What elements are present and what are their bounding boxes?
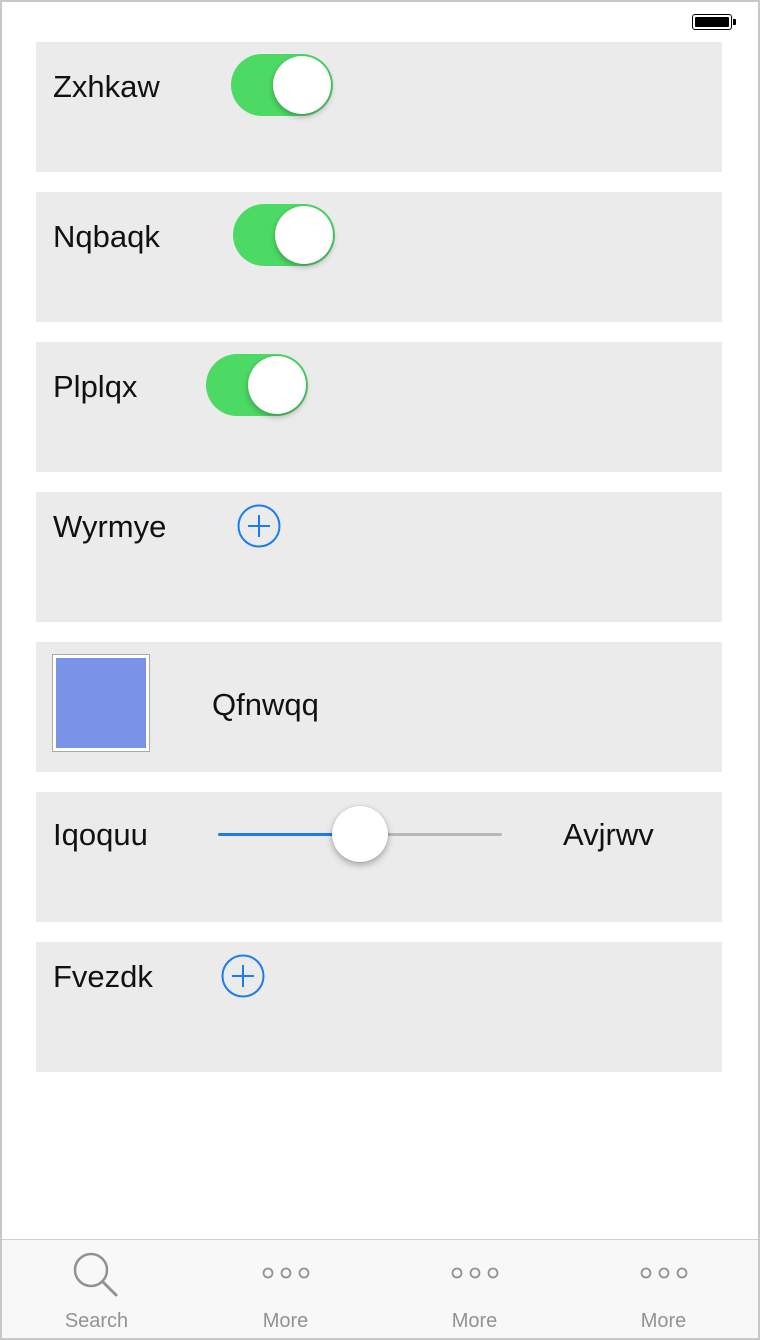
- swatch-color-fill: [56, 658, 146, 748]
- switch-knob: [275, 206, 333, 264]
- more-icon: [262, 1267, 309, 1279]
- row-label: Nqbaqk: [53, 219, 160, 254]
- tab-more-3[interactable]: More: [569, 1240, 758, 1338]
- color-swatch[interactable]: [52, 654, 150, 752]
- row-label: Wyrmye: [53, 509, 167, 544]
- wyrmye-add-button[interactable]: [237, 504, 281, 548]
- slider-min-label: Iqoquu: [53, 817, 148, 852]
- more-icon: [640, 1267, 687, 1279]
- tab-label: More: [640, 1310, 687, 1332]
- tab-more-1[interactable]: More: [191, 1240, 380, 1338]
- tab-bar: Search More More More: [2, 1239, 758, 1338]
- slider-max-label: Avjrwv: [563, 817, 654, 852]
- settings-row-fvezdk: Fvezdk: [36, 942, 722, 1072]
- settings-row-nqbaqk: Nqbaqk: [36, 192, 722, 322]
- switch-knob: [248, 356, 306, 414]
- battery-full-icon: [692, 14, 736, 32]
- slider-thumb[interactable]: [332, 806, 388, 862]
- zxhkaw-switch[interactable]: [231, 54, 333, 116]
- row-label: Plplqx: [53, 369, 138, 404]
- tab-more-2[interactable]: More: [380, 1240, 569, 1338]
- row-label: Zxhkaw: [53, 69, 160, 104]
- value-slider[interactable]: [218, 804, 502, 864]
- nqbaqk-switch[interactable]: [233, 204, 335, 266]
- row-label: Fvezdk: [53, 959, 153, 994]
- settings-row-plplqx: Plplqx: [36, 342, 722, 472]
- settings-row-slider: Iqoquu Avjrwv: [36, 792, 722, 922]
- tab-label: More: [451, 1310, 498, 1332]
- fvezdk-add-button[interactable]: [221, 954, 265, 998]
- add-circle-icon: [221, 954, 265, 998]
- tab-label: Search: [64, 1310, 129, 1332]
- settings-row-wyrmye: Wyrmye: [36, 492, 722, 622]
- plplqx-switch[interactable]: [206, 354, 308, 416]
- settings-row-qfnwqq: Qfnwqq: [36, 642, 722, 772]
- add-circle-icon: [237, 504, 281, 548]
- app-screen: Zxhkaw Nqbaqk Plplqx Wyrmye Qfnwqq Iqoqu…: [0, 0, 760, 1340]
- search-icon: [73, 1252, 117, 1297]
- row-label: Qfnwqq: [212, 687, 319, 722]
- settings-row-zxhkaw: Zxhkaw: [36, 42, 722, 172]
- tab-label: More: [262, 1310, 309, 1332]
- switch-knob: [273, 56, 331, 114]
- more-icon: [451, 1267, 498, 1279]
- tab-search[interactable]: Search: [2, 1240, 191, 1338]
